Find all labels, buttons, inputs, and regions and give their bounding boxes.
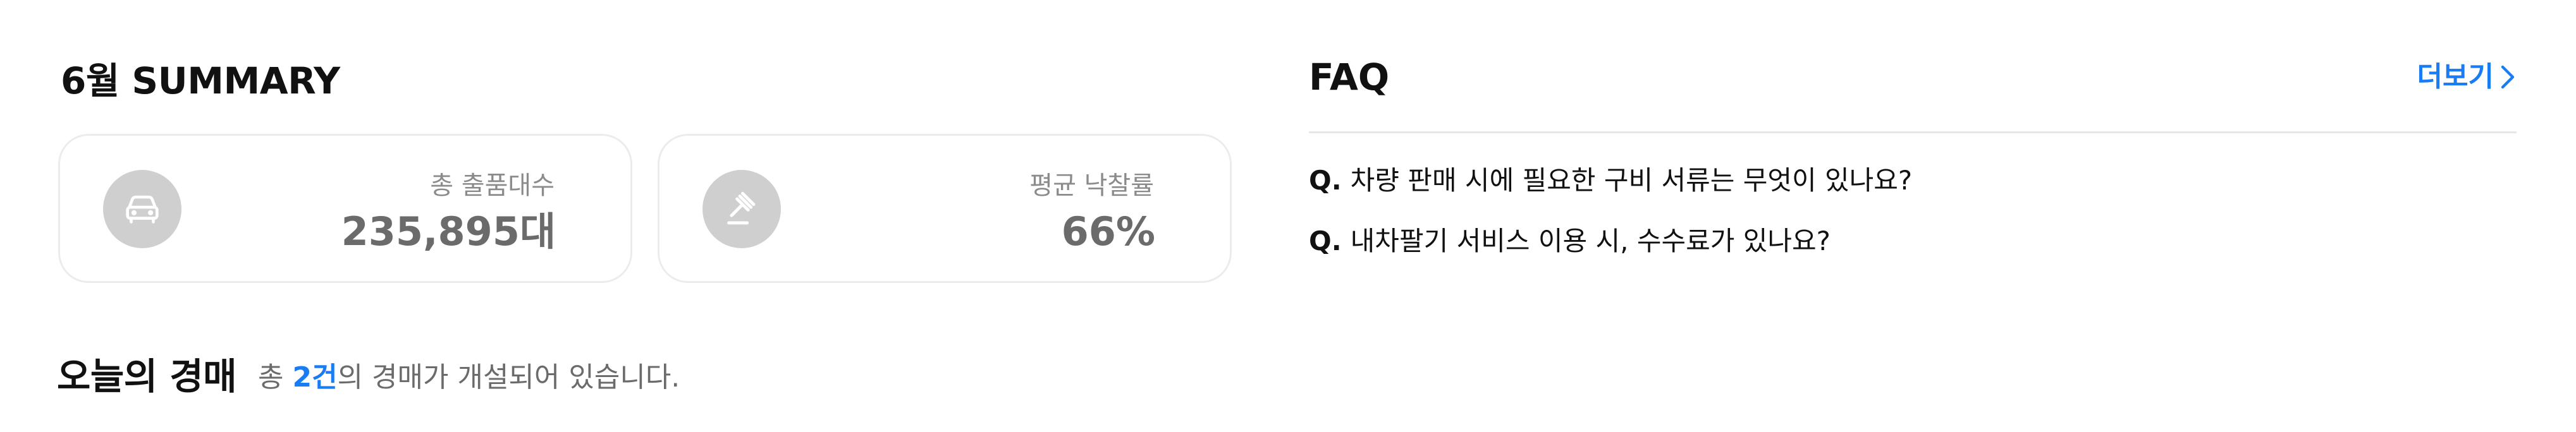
stat-value: 66% [1061,208,1155,255]
today-auction-description: 총 2건의 경매가 개설되어 있습니다. [258,357,680,398]
faq-q-marker: Q. [1309,165,1342,196]
summary-title: 6월 SUMMARY [61,59,340,102]
today-auction-title: 오늘의 경매 [57,355,237,398]
gavel-icon [702,170,781,248]
faq-question: 차량 판매 시에 필요한 구비 서류는 무엇이 있나요? [1350,165,1913,196]
faq-q-marker: Q. [1309,225,1342,256]
today-auction-count: 2건 [292,361,338,393]
today-suffix: 의 경매가 개설되어 있습니다. [337,361,680,393]
car-icon [103,170,181,248]
faq-list: Q. 차량 판매 시에 필요한 구비 서류는 무엇이 있나요? Q. 내차팔기 서비… [1309,160,2510,282]
faq-divider [1309,131,2517,133]
chevron-right-icon [2501,65,2515,89]
faq-more-link[interactable]: 더보기 [2417,57,2517,97]
stat-label: 평균 낙찰률 [1029,171,1154,200]
faq-more-label: 더보기 [2417,61,2494,93]
stat-card-average-rate: 평균 낙찰률 66% [658,134,1232,283]
stat-label: 총 출품대수 [430,171,555,200]
stat-card-total-vehicles: 총 출품대수 235,895대 [58,134,632,283]
faq-title: FAQ [1309,56,1390,99]
stat-value: 235,895대 [341,208,556,255]
faq-question: 내차팔기 서비스 이용 시, 수수료가 있나요? [1350,225,1831,256]
faq-item[interactable]: Q. 차량 판매 시에 필요한 구비 서류는 무엇이 있나요? [1309,160,2510,221]
faq-item[interactable]: Q. 내차팔기 서비스 이용 시, 수수료가 있나요? [1309,221,2510,282]
today-prefix: 총 [258,361,293,393]
page: 6월 SUMMARY 총 출품대수 235,895대 평균 낙찰률 66% 오늘… [0,0,2576,432]
